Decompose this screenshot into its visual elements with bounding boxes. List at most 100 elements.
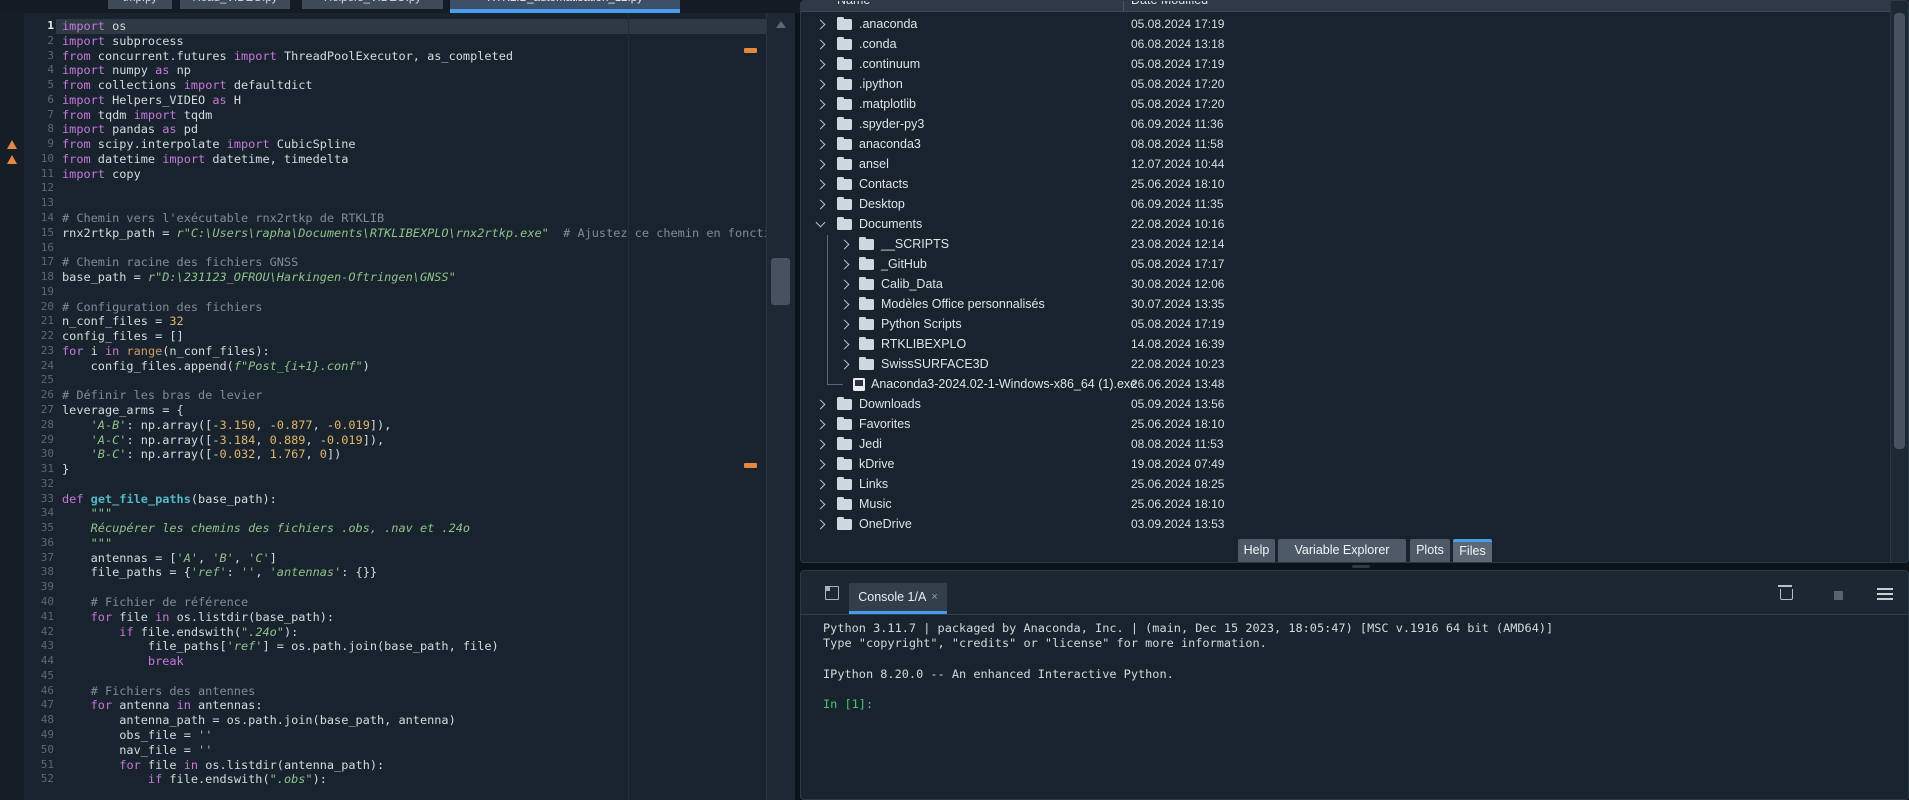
chevron-right-icon[interactable] bbox=[816, 199, 826, 209]
warning-flag-marker[interactable] bbox=[744, 48, 757, 53]
file-row-.matplotlib[interactable]: .matplotlib05.08.2024 17:20 bbox=[801, 94, 1886, 114]
file-row-Anaconda3-2024.02-1-Windows-x86_64 (1).exe[interactable]: Anaconda3-2024.02-1-Windows-x86_64 (1).e… bbox=[801, 374, 1886, 394]
chevron-right-icon[interactable] bbox=[840, 299, 850, 309]
chevron-right-icon[interactable] bbox=[816, 119, 826, 129]
code-line-30[interactable]: 30 'B-C': np.array([-0.032, 1.767, 0]) bbox=[0, 447, 794, 462]
stop-icon[interactable] bbox=[1834, 591, 1843, 600]
splitter-handle[interactable] bbox=[1352, 565, 1370, 568]
options-menu-icon[interactable] bbox=[1877, 588, 1893, 600]
code-line-38[interactable]: 38 file_paths = {'ref': '', 'antennas': … bbox=[0, 565, 794, 580]
chevron-right-icon[interactable] bbox=[816, 459, 826, 469]
code-line-4[interactable]: 4import numpy as np bbox=[0, 63, 794, 78]
code-line-25[interactable]: 25 bbox=[0, 373, 794, 388]
file-row-__SCRIPTS[interactable]: __SCRIPTS23.08.2024 12:14 bbox=[801, 234, 1886, 254]
chevron-right-icon[interactable] bbox=[816, 499, 826, 509]
chevron-right-icon[interactable] bbox=[816, 419, 826, 429]
chevron-right-icon[interactable] bbox=[840, 339, 850, 349]
file-row-Contacts[interactable]: Contacts25.06.2024 18:10 bbox=[801, 174, 1886, 194]
code-line-16[interactable]: 16 bbox=[0, 241, 794, 256]
close-icon[interactable]: × bbox=[931, 591, 937, 603]
column-separator[interactable] bbox=[1123, 1, 1124, 11]
code-line-45[interactable]: 45 bbox=[0, 669, 794, 684]
chevron-right-icon[interactable] bbox=[816, 39, 826, 49]
code-line-44[interactable]: 44 break bbox=[0, 654, 794, 669]
code-line-3[interactable]: 3from concurrent.futures import ThreadPo… bbox=[0, 49, 794, 64]
file-row-Jedi[interactable]: Jedi08.08.2024 11:53 bbox=[801, 434, 1886, 454]
file-row-Favorites[interactable]: Favorites25.06.2024 18:10 bbox=[801, 414, 1886, 434]
warning-icon[interactable] bbox=[7, 155, 17, 164]
console-output[interactable]: Python 3.11.7 | packaged by Anaconda, In… bbox=[801, 614, 1908, 799]
code-line-7[interactable]: 7from tqdm import tqdm bbox=[0, 108, 794, 123]
console-tab[interactable]: Console 1/A× bbox=[849, 583, 947, 614]
chevron-right-icon[interactable] bbox=[840, 239, 850, 249]
code-line-20[interactable]: 20# Configuration des fichiers bbox=[0, 300, 794, 315]
chevron-right-icon[interactable] bbox=[840, 279, 850, 289]
pane-tab-files[interactable]: Files bbox=[1453, 539, 1492, 562]
code-line-10[interactable]: 10from datetime import datetime, timedel… bbox=[0, 152, 794, 167]
code-line-19[interactable]: 19 bbox=[0, 285, 794, 300]
code-line-5[interactable]: 5from collections import defaultdict bbox=[0, 78, 794, 93]
file-row-.conda[interactable]: .conda06.08.2024 13:18 bbox=[801, 34, 1886, 54]
files-scrollbar-thumb[interactable] bbox=[1894, 13, 1905, 449]
code-line-43[interactable]: 43 file_paths['ref'] = os.path.join(base… bbox=[0, 639, 794, 654]
editor-tab-Head_VIDEO.py[interactable]: Head_VIDEO.py bbox=[180, 0, 290, 9]
chevron-right-icon[interactable] bbox=[816, 79, 826, 89]
code-line-14[interactable]: 14# Chemin vers l'exécutable rnx2rtkp de… bbox=[0, 211, 794, 226]
chevron-right-icon[interactable] bbox=[816, 439, 826, 449]
file-row-Python Scripts[interactable]: Python Scripts05.08.2024 17:19 bbox=[801, 314, 1886, 334]
chevron-right-icon[interactable] bbox=[816, 59, 826, 69]
pane-tab-variable-explorer[interactable]: Variable Explorer bbox=[1278, 539, 1406, 562]
editor-tab-RTKLIB_automatisation_12.py[interactable]: RTKLIB_automatisation_12.py bbox=[450, 0, 680, 9]
console-prompt[interactable]: In [1]: bbox=[823, 697, 1908, 712]
code-line-39[interactable]: 39 bbox=[0, 580, 794, 595]
file-row-.anaconda[interactable]: .anaconda05.08.2024 17:19 bbox=[801, 14, 1886, 34]
file-row-.continuum[interactable]: .continuum05.08.2024 17:19 bbox=[801, 54, 1886, 74]
code-line-50[interactable]: 50 nav_file = '' bbox=[0, 743, 794, 758]
code-line-48[interactable]: 48 antenna_path = os.path.join(base_path… bbox=[0, 713, 794, 728]
code-line-51[interactable]: 51 for file in os.listdir(antenna_path): bbox=[0, 758, 794, 773]
code-line-32[interactable]: 32 bbox=[0, 477, 794, 492]
code-line-40[interactable]: 40 # Fichier de référence bbox=[0, 595, 794, 610]
chevron-right-icon[interactable] bbox=[816, 399, 826, 409]
code-line-9[interactable]: 9from scipy.interpolate import CubicSpli… bbox=[0, 137, 794, 152]
code-line-46[interactable]: 46 # Fichiers des antennes bbox=[0, 684, 794, 699]
code-line-13[interactable]: 13 bbox=[0, 196, 794, 211]
code-line-28[interactable]: 28 'A-B': np.array([-3.150, -0.877, -0.0… bbox=[0, 418, 794, 433]
file-row-SwissSURFACE3D[interactable]: SwissSURFACE3D22.08.2024 10:23 bbox=[801, 354, 1886, 374]
code-line-31[interactable]: 31} bbox=[0, 462, 794, 477]
chevron-right-icon[interactable] bbox=[816, 19, 826, 29]
editor-tab-tmp.py[interactable]: tmp.py bbox=[108, 0, 172, 9]
code-line-27[interactable]: 27leverage_arms = { bbox=[0, 403, 794, 418]
code-line-8[interactable]: 8import pandas as pd bbox=[0, 122, 794, 137]
file-row-Downloads[interactable]: Downloads05.09.2024 13:56 bbox=[801, 394, 1886, 414]
chevron-right-icon[interactable] bbox=[816, 479, 826, 489]
browse-tabs-icon[interactable] bbox=[825, 586, 839, 600]
editor-scrollbar[interactable] bbox=[766, 13, 795, 800]
code-line-41[interactable]: 41 for file in os.listdir(base_path): bbox=[0, 610, 794, 625]
file-row-Desktop[interactable]: Desktop06.09.2024 11:35 bbox=[801, 194, 1886, 214]
file-row-kDrive[interactable]: kDrive19.08.2024 07:49 bbox=[801, 454, 1886, 474]
code-line-33[interactable]: 33def get_file_paths(base_path): bbox=[0, 492, 794, 507]
code-line-12[interactable]: 12 bbox=[0, 181, 794, 196]
code-line-6[interactable]: 6import Helpers_VIDEO as H bbox=[0, 93, 794, 108]
chevron-right-icon[interactable] bbox=[816, 519, 826, 529]
file-row-.ipython[interactable]: .ipython05.08.2024 17:20 bbox=[801, 74, 1886, 94]
column-header-date[interactable]: Date Modified bbox=[1131, 1, 1208, 7]
trash-icon[interactable] bbox=[1780, 589, 1793, 600]
code-line-1[interactable]: 1import os bbox=[0, 19, 794, 34]
pane-tab-help[interactable]: Help bbox=[1238, 539, 1275, 562]
file-row-Modèles Office personnalisés[interactable]: Modèles Office personnalisés30.07.2024 1… bbox=[801, 294, 1886, 314]
file-row-OneDrive[interactable]: OneDrive03.09.2024 13:53 bbox=[801, 514, 1886, 534]
chevron-down-icon[interactable] bbox=[816, 218, 826, 228]
file-row-Links[interactable]: Links25.06.2024 18:25 bbox=[801, 474, 1886, 494]
file-list-header[interactable]: Name Date Modified bbox=[801, 1, 1908, 12]
file-row-Music[interactable]: Music25.06.2024 18:10 bbox=[801, 494, 1886, 514]
code-line-21[interactable]: 21n_conf_files = 32 bbox=[0, 314, 794, 329]
code-line-24[interactable]: 24 config_files.append(f"Post_{i+1}.conf… bbox=[0, 359, 794, 374]
chevron-right-icon[interactable] bbox=[840, 259, 850, 269]
scroll-up-arrow-icon[interactable] bbox=[776, 21, 786, 28]
file-row-Calib_Data[interactable]: Calib_Data30.08.2024 12:06 bbox=[801, 274, 1886, 294]
chevron-right-icon[interactable] bbox=[816, 179, 826, 189]
code-line-18[interactable]: 18base_path = r"D:\231123_OFROU\Harkinge… bbox=[0, 270, 794, 285]
warning-icon[interactable] bbox=[7, 140, 17, 149]
